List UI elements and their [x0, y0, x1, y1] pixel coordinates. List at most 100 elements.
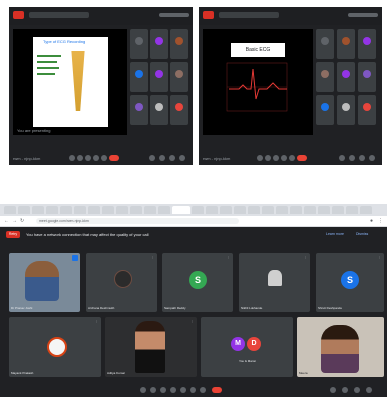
- browser-tab[interactable]: [332, 206, 344, 214]
- info-button[interactable]: [149, 155, 155, 161]
- participant-tile[interactable]: S ⋮ Sampath Reddy: [162, 253, 233, 312]
- more-button[interactable]: [289, 155, 295, 161]
- activities-button[interactable]: [369, 155, 375, 161]
- present-button[interactable]: [93, 155, 99, 161]
- participant-tile[interactable]: [337, 62, 355, 92]
- participant-tile[interactable]: [170, 29, 188, 59]
- browser-tab[interactable]: [304, 206, 316, 214]
- participant-tile[interactable]: ⋮ Nikhil Lokhande: [239, 253, 310, 312]
- browser-tab[interactable]: [276, 206, 288, 214]
- browser-tab[interactable]: [116, 206, 128, 214]
- end-call-button[interactable]: [109, 155, 119, 161]
- dismiss-link[interactable]: Dismiss: [356, 232, 368, 236]
- participant-tile[interactable]: ⋮ Archana Deshmukh: [86, 253, 157, 312]
- browser-tab[interactable]: [248, 206, 260, 214]
- browser-tab[interactable]: [88, 206, 100, 214]
- present-button[interactable]: [281, 155, 287, 161]
- people-button[interactable]: [159, 155, 165, 161]
- browser-tab[interactable]: [18, 206, 30, 214]
- info-button[interactable]: [330, 387, 336, 393]
- browser-tab[interactable]: [290, 206, 302, 214]
- browser-tab[interactable]: [346, 206, 358, 214]
- pin-icon[interactable]: [72, 255, 78, 261]
- participant-tile[interactable]: [337, 29, 355, 59]
- participant-tile[interactable]: [316, 62, 334, 92]
- more-button[interactable]: [200, 387, 206, 393]
- people-button[interactable]: [349, 155, 355, 161]
- participant-tile[interactable]: [358, 29, 376, 59]
- reactions-button[interactable]: [170, 387, 176, 393]
- participant-tile[interactable]: [316, 29, 334, 59]
- browser-tab-active[interactable]: [172, 206, 190, 214]
- participant-tile[interactable]: [337, 95, 355, 125]
- browser-tab[interactable]: [102, 206, 114, 214]
- participant-tile[interactable]: [170, 62, 188, 92]
- browser-tab[interactable]: [192, 206, 204, 214]
- activities-button[interactable]: [179, 155, 185, 161]
- captions-button[interactable]: [85, 155, 91, 161]
- retry-button[interactable]: Retry: [6, 231, 20, 238]
- meeting-controls: rwm - njnp-kkm: [9, 151, 193, 165]
- learn-more-link[interactable]: Learn more: [326, 232, 344, 236]
- chat-button[interactable]: [359, 155, 365, 161]
- browser-tab[interactable]: [60, 206, 72, 214]
- participant-tile[interactable]: [170, 95, 188, 125]
- mic-button[interactable]: [140, 387, 146, 393]
- participant-tile[interactable]: [150, 62, 168, 92]
- camera-button[interactable]: [150, 387, 156, 393]
- reload-icon[interactable]: ↻: [20, 218, 24, 224]
- mic-button[interactable]: [257, 155, 263, 161]
- info-button[interactable]: [339, 155, 345, 161]
- chat-button[interactable]: [169, 155, 175, 161]
- browser-tab[interactable]: [74, 206, 86, 214]
- participant-tile[interactable]: [150, 95, 168, 125]
- camera-button[interactable]: [77, 155, 83, 161]
- browser-tab[interactable]: [144, 206, 156, 214]
- mic-button[interactable]: [69, 155, 75, 161]
- back-icon[interactable]: ←: [4, 218, 9, 224]
- end-call-button[interactable]: [297, 155, 307, 161]
- browser-tab[interactable]: [206, 206, 218, 214]
- people-button[interactable]: [342, 387, 348, 393]
- browser-tab[interactable]: [32, 206, 44, 214]
- participant-tile[interactable]: [130, 29, 148, 59]
- captions-button[interactable]: [160, 387, 166, 393]
- window-controls[interactable]: [348, 13, 378, 17]
- browser-tab[interactable]: [130, 206, 142, 214]
- extensions-icon[interactable]: ●: [370, 218, 373, 224]
- camera-button[interactable]: [265, 155, 271, 161]
- end-call-button[interactable]: [212, 387, 222, 393]
- participant-tile[interactable]: [130, 62, 148, 92]
- browser-tab[interactable]: [234, 206, 246, 214]
- participant-tile[interactable]: [358, 95, 376, 125]
- captions-button[interactable]: [273, 155, 279, 161]
- activities-button[interactable]: [366, 387, 372, 393]
- menu-icon[interactable]: ⋮: [378, 218, 383, 224]
- url-field[interactable]: meet.google.com/rwm-njnp-kkm: [36, 218, 239, 224]
- present-button[interactable]: [180, 387, 186, 393]
- participant-tile[interactable]: Meera: [297, 317, 384, 377]
- slide: Basic ECG: [221, 41, 295, 123]
- browser-tab[interactable]: [4, 206, 16, 214]
- participant-tile[interactable]: ⋮ Mayank Prakash: [9, 317, 101, 377]
- participant-tile[interactable]: [358, 62, 376, 92]
- participant-tile[interactable]: [150, 29, 168, 59]
- participant-tile[interactable]: ⋮ Aditya Kumar: [105, 317, 197, 377]
- participant-tile[interactable]: [130, 95, 148, 125]
- browser-tab[interactable]: [158, 206, 170, 214]
- browser-tab[interactable]: [220, 206, 232, 214]
- participant-tile[interactable]: S ⋮ Shruti Deshpande: [316, 253, 384, 312]
- browser-tab[interactable]: [262, 206, 274, 214]
- browser-tab[interactable]: [46, 206, 58, 214]
- participant-tile[interactable]: M D You & Mansi: [201, 317, 293, 377]
- participant-tile[interactable]: [316, 95, 334, 125]
- browser-tab[interactable]: [360, 206, 372, 214]
- window-controls[interactable]: [159, 13, 189, 17]
- chat-button[interactable]: [354, 387, 360, 393]
- browser-tab[interactable]: [318, 206, 330, 214]
- participant-tile-pinned[interactable]: Dr Pranav Joshi: [9, 253, 80, 312]
- avatar: [135, 37, 143, 45]
- raise-hand-button[interactable]: [190, 387, 196, 393]
- forward-icon[interactable]: →: [12, 218, 17, 224]
- more-button[interactable]: [101, 155, 107, 161]
